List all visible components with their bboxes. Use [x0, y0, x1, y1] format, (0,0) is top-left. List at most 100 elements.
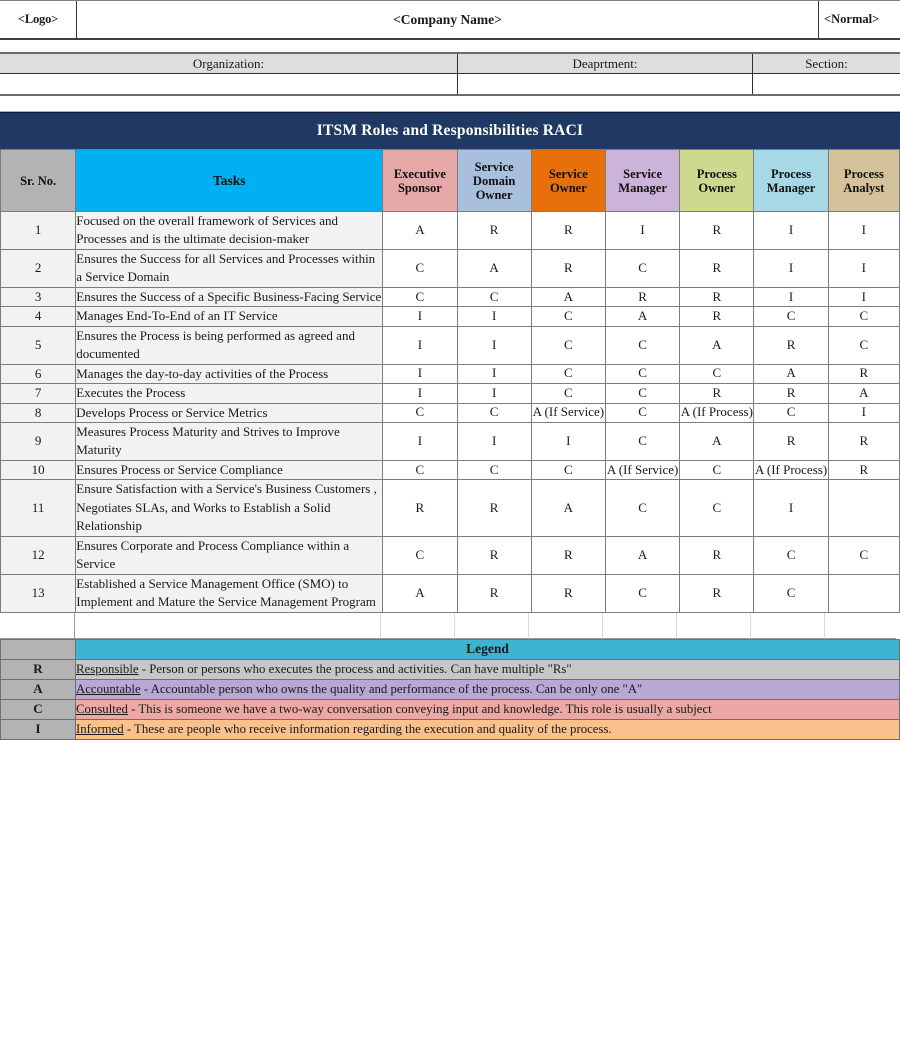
raci-value-cell[interactable]: I: [754, 212, 828, 250]
raci-value-cell[interactable]: C: [605, 384, 679, 403]
raci-value-cell[interactable]: I: [457, 364, 531, 383]
raci-value-cell[interactable]: A: [605, 536, 679, 574]
raci-value-cell[interactable]: C: [383, 249, 457, 287]
raci-value-cell[interactable]: C: [383, 287, 457, 306]
raci-value-cell[interactable]: I: [828, 249, 899, 287]
raci-value-cell[interactable]: C: [605, 574, 679, 612]
raci-value-cell[interactable]: R: [531, 212, 605, 250]
department-field[interactable]: [458, 74, 753, 94]
raci-value-cell[interactable]: R: [531, 536, 605, 574]
raci-value-cell[interactable]: A: [383, 212, 457, 250]
raci-value-cell[interactable]: R: [828, 364, 899, 383]
raci-value-cell[interactable]: A: [680, 326, 754, 364]
raci-value-cell[interactable]: I: [828, 212, 899, 250]
raci-value-cell[interactable]: C: [531, 384, 605, 403]
raci-value-cell[interactable]: R: [457, 212, 531, 250]
raci-value-cell[interactable]: A (If Service): [605, 460, 679, 479]
raci-value-cell[interactable]: C: [605, 326, 679, 364]
raci-value-cell[interactable]: C: [383, 536, 457, 574]
raci-value-cell[interactable]: A: [828, 384, 899, 403]
raci-value-cell[interactable]: C: [605, 249, 679, 287]
raci-value-cell[interactable]: [828, 480, 899, 536]
raci-value-cell[interactable]: C: [531, 460, 605, 479]
raci-value-cell[interactable]: A (If Process): [680, 403, 754, 422]
raci-value-cell[interactable]: I: [457, 307, 531, 326]
raci-value-cell[interactable]: C: [383, 403, 457, 422]
raci-value-cell[interactable]: R: [383, 480, 457, 536]
raci-value-cell[interactable]: I: [754, 287, 828, 306]
raci-value-cell[interactable]: I: [383, 364, 457, 383]
raci-value-cell[interactable]: A (If Service): [531, 403, 605, 422]
raci-value-cell[interactable]: R: [680, 212, 754, 250]
raci-value-cell[interactable]: C: [383, 460, 457, 479]
task-description-cell: Ensure Satisfaction with a Service's Bus…: [76, 480, 383, 536]
raci-value-cell[interactable]: C: [531, 307, 605, 326]
raci-value-cell[interactable]: I: [531, 422, 605, 460]
raci-value-cell[interactable]: R: [457, 536, 531, 574]
raci-value-cell[interactable]: A: [531, 480, 605, 536]
raci-value-cell[interactable]: R: [754, 422, 828, 460]
raci-value-cell[interactable]: C: [605, 480, 679, 536]
raci-value-cell[interactable]: R: [680, 574, 754, 612]
raci-value-cell[interactable]: C: [605, 422, 679, 460]
raci-value-cell[interactable]: C: [828, 326, 899, 364]
raci-value-cell[interactable]: I: [457, 326, 531, 364]
raci-value-cell[interactable]: C: [457, 460, 531, 479]
raci-value-cell[interactable]: C: [531, 364, 605, 383]
raci-value-cell[interactable]: I: [605, 212, 679, 250]
raci-value-cell[interactable]: A: [680, 422, 754, 460]
raci-value-cell[interactable]: A: [383, 574, 457, 612]
raci-value-cell[interactable]: I: [754, 480, 828, 536]
raci-value-cell[interactable]: R: [828, 460, 899, 479]
raci-value-cell[interactable]: C: [531, 326, 605, 364]
raci-value-cell[interactable]: A: [457, 249, 531, 287]
raci-value-cell[interactable]: C: [828, 536, 899, 574]
raci-table-head: Sr. No. Tasks Executive Sponsor Service …: [1, 150, 900, 212]
raci-value-cell[interactable]: R: [680, 384, 754, 403]
raci-value-cell[interactable]: A (If Process): [754, 460, 828, 479]
raci-value-cell[interactable]: R: [457, 480, 531, 536]
raci-value-cell[interactable]: I: [828, 287, 899, 306]
section-field[interactable]: [753, 74, 900, 94]
raci-value-cell[interactable]: A: [531, 287, 605, 306]
raci-value-cell[interactable]: [828, 574, 899, 612]
raci-value-cell[interactable]: R: [680, 307, 754, 326]
raci-value-cell[interactable]: R: [680, 249, 754, 287]
raci-value-cell[interactable]: C: [605, 364, 679, 383]
raci-value-cell[interactable]: A: [605, 307, 679, 326]
legend-definition: - Person or persons who executes the pro…: [139, 662, 572, 676]
raci-value-cell[interactable]: I: [383, 307, 457, 326]
raci-value-cell[interactable]: I: [383, 326, 457, 364]
raci-value-cell[interactable]: A: [754, 364, 828, 383]
raci-value-cell[interactable]: C: [457, 403, 531, 422]
raci-value-cell[interactable]: I: [457, 422, 531, 460]
raci-value-cell[interactable]: C: [754, 307, 828, 326]
raci-value-cell[interactable]: R: [754, 326, 828, 364]
raci-value-cell[interactable]: C: [457, 287, 531, 306]
organization-field[interactable]: [0, 74, 458, 94]
raci-value-cell[interactable]: I: [457, 384, 531, 403]
raci-value-cell[interactable]: C: [680, 480, 754, 536]
column-header-sr-no: Sr. No.: [1, 150, 76, 212]
raci-value-cell[interactable]: C: [754, 403, 828, 422]
legend-key: I: [1, 719, 76, 739]
raci-value-cell[interactable]: I: [828, 403, 899, 422]
raci-value-cell[interactable]: R: [828, 422, 899, 460]
raci-value-cell[interactable]: C: [605, 403, 679, 422]
raci-value-cell[interactable]: R: [680, 287, 754, 306]
raci-value-cell[interactable]: C: [754, 536, 828, 574]
raci-value-cell[interactable]: C: [680, 364, 754, 383]
raci-value-cell[interactable]: R: [605, 287, 679, 306]
department-label: Deaprtment:: [458, 54, 753, 73]
raci-value-cell[interactable]: R: [754, 384, 828, 403]
raci-value-cell[interactable]: R: [531, 574, 605, 612]
raci-value-cell[interactable]: C: [828, 307, 899, 326]
raci-value-cell[interactable]: C: [754, 574, 828, 612]
raci-value-cell[interactable]: R: [680, 536, 754, 574]
raci-value-cell[interactable]: I: [383, 422, 457, 460]
raci-value-cell[interactable]: C: [680, 460, 754, 479]
raci-value-cell[interactable]: I: [383, 384, 457, 403]
raci-value-cell[interactable]: I: [754, 249, 828, 287]
raci-value-cell[interactable]: R: [531, 249, 605, 287]
raci-value-cell[interactable]: R: [457, 574, 531, 612]
